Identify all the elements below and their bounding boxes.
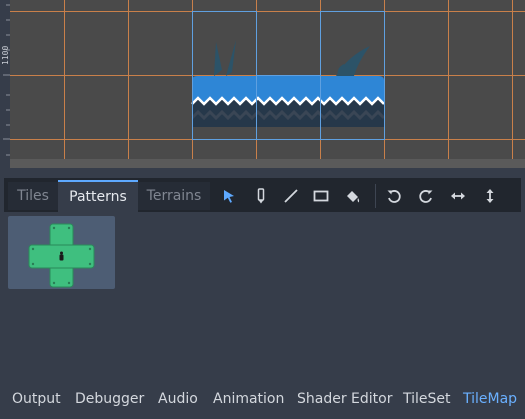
- rotate-left-button[interactable]: [380, 183, 408, 209]
- green-cross-pattern-icon: [28, 223, 95, 288]
- rotate-left-icon: [387, 190, 401, 203]
- paint-pencil-icon: [257, 188, 265, 204]
- tab-patterns[interactable]: Patterns: [58, 180, 138, 212]
- paint-tool-button[interactable]: [247, 183, 275, 209]
- viewport-bottom-band: [10, 159, 525, 168]
- viewport-canvas[interactable]: [0, 0, 525, 168]
- line-icon: [284, 189, 298, 203]
- patterns-list: [4, 212, 521, 382]
- rectangle-tool-button[interactable]: [307, 183, 335, 209]
- seaweed-sprite: [214, 40, 370, 76]
- canvas-viewport[interactable]: 1100: [0, 0, 525, 168]
- rotate-right-button[interactable]: [412, 183, 440, 209]
- bottom-tab-tileset[interactable]: TileSet: [403, 391, 451, 407]
- bottom-tab-shader-editor[interactable]: Shader Editor: [297, 391, 392, 407]
- bottom-tab-output[interactable]: Output: [12, 391, 61, 407]
- toolbar-divider: [375, 184, 376, 208]
- vertical-ruler: [0, 0, 10, 168]
- select-cursor-icon: [224, 190, 234, 203]
- water-tiles: [190, 76, 386, 127]
- bottom-tab-debugger[interactable]: Debugger: [75, 391, 144, 407]
- ruler-label: 1100: [1, 45, 10, 65]
- rotate-right-icon: [419, 190, 433, 203]
- tab-terrains[interactable]: Terrains: [138, 182, 210, 210]
- bottom-tab-animation[interactable]: Animation: [213, 391, 284, 407]
- flip-horizontal-button[interactable]: [444, 183, 472, 209]
- select-tool-button[interactable]: [215, 183, 243, 209]
- tilemap-tab-bar: Tiles Patterns Terrains: [4, 178, 521, 212]
- tab-tiles[interactable]: Tiles: [8, 182, 58, 210]
- rectangle-icon: [313, 190, 329, 202]
- bottom-tab-audio[interactable]: Audio: [158, 391, 198, 407]
- bottom-tab-tilemap[interactable]: TileMap: [463, 391, 517, 407]
- bucket-fill-icon: [347, 191, 360, 203]
- tilemap-panel: Tiles Patterns Terrains: [4, 178, 521, 382]
- flip-vertical-icon: [486, 189, 494, 203]
- line-tool-button[interactable]: [277, 183, 305, 209]
- flip-vertical-button[interactable]: [476, 183, 504, 209]
- bucket-fill-tool-button[interactable]: [339, 183, 367, 209]
- bottom-panel-tabs: Output Debugger Audio Animation Shader E…: [0, 382, 525, 419]
- pattern-item[interactable]: [8, 216, 115, 289]
- flip-horizontal-icon: [451, 192, 465, 200]
- panel-splitter[interactable]: [0, 168, 525, 178]
